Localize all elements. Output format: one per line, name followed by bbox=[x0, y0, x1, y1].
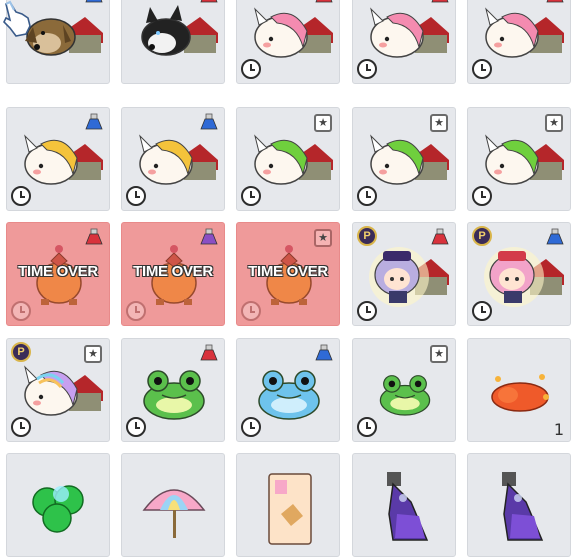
clock-icon bbox=[126, 301, 146, 321]
red-potion-icon bbox=[430, 0, 450, 5]
clock-icon bbox=[472, 186, 492, 206]
time-over-label: TIME OVER bbox=[133, 263, 213, 280]
red-potion-icon bbox=[199, 0, 219, 5]
purple-potion-bottle-item-icon bbox=[387, 472, 429, 541]
inventory-slot[interactable] bbox=[6, 107, 110, 211]
inventory-slot[interactable]: ★ bbox=[352, 107, 456, 211]
inventory-slot[interactable]: ★ bbox=[352, 338, 456, 442]
item-quantity: 1 bbox=[553, 420, 564, 439]
husky-dog-pet-icon bbox=[141, 5, 218, 56]
inventory-slot[interactable] bbox=[467, 0, 571, 84]
premium-badge-icon: P bbox=[357, 226, 377, 246]
star-icon: ★ bbox=[314, 114, 332, 132]
inventory-slot[interactable] bbox=[121, 0, 225, 84]
purple-potion-icon bbox=[199, 227, 219, 247]
star-icon: ★ bbox=[430, 114, 448, 132]
clock-icon bbox=[357, 59, 377, 79]
scroll-card-item-icon bbox=[268, 473, 312, 545]
inventory-slot[interactable]: P bbox=[467, 222, 571, 326]
clock-icon bbox=[11, 301, 31, 321]
inventory-slot[interactable] bbox=[467, 453, 571, 557]
clock-icon bbox=[126, 186, 146, 206]
inventory-slot[interactable]: ★ P bbox=[6, 338, 110, 442]
blue-potion-icon bbox=[84, 112, 104, 132]
star-icon: ★ bbox=[84, 345, 102, 363]
inventory-slot[interactable]: ★ TIME OVER bbox=[236, 222, 340, 326]
inventory-slot[interactable]: 1 bbox=[467, 338, 571, 442]
time-over-label: TIME OVER bbox=[18, 263, 98, 280]
blue-potion-icon bbox=[545, 227, 565, 247]
inventory-grid: ★ ★ ★ TIME OVER TIME OVER ★ TIME OVER P P ★ P ★ 1 bbox=[0, 0, 584, 557]
star-glyph: ★ bbox=[549, 116, 559, 129]
clock-icon bbox=[11, 186, 31, 206]
premium-badge-icon: P bbox=[472, 226, 492, 246]
inventory-slot[interactable]: TIME OVER bbox=[6, 222, 110, 326]
inventory-slot[interactable] bbox=[236, 338, 340, 442]
inventory-slot[interactable] bbox=[121, 107, 225, 211]
star-glyph: ★ bbox=[434, 347, 444, 360]
clock-icon bbox=[472, 301, 492, 321]
star-glyph: ★ bbox=[88, 347, 98, 360]
inventory-slot[interactable] bbox=[236, 0, 340, 84]
hand-cursor-icon bbox=[3, 0, 31, 37]
clock-icon bbox=[357, 301, 377, 321]
red-potion-icon bbox=[84, 227, 104, 247]
inventory-slot[interactable]: ★ bbox=[236, 107, 340, 211]
inventory-slot[interactable]: P bbox=[352, 222, 456, 326]
inventory-slot[interactable] bbox=[121, 453, 225, 557]
star-icon: ★ bbox=[545, 114, 563, 132]
inventory-slot[interactable] bbox=[352, 0, 456, 84]
clock-icon bbox=[357, 417, 377, 437]
inventory-slot[interactable] bbox=[121, 338, 225, 442]
clock-icon bbox=[241, 417, 261, 437]
clock-icon bbox=[241, 301, 261, 321]
star-glyph: ★ bbox=[318, 116, 328, 129]
green-clover-item-icon bbox=[32, 485, 84, 533]
inventory-slot[interactable] bbox=[236, 453, 340, 557]
clock-icon bbox=[11, 417, 31, 437]
star-glyph: ★ bbox=[434, 116, 444, 129]
blue-potion-icon bbox=[84, 0, 104, 5]
inventory-slot[interactable]: TIME OVER bbox=[121, 222, 225, 326]
clock-icon bbox=[126, 417, 146, 437]
red-potion-icon bbox=[545, 0, 565, 5]
star-icon: ★ bbox=[430, 345, 448, 363]
red-potion-icon bbox=[199, 343, 219, 363]
clock-icon bbox=[241, 186, 261, 206]
red-potion-icon bbox=[314, 0, 334, 5]
premium-badge-icon: P bbox=[11, 342, 31, 362]
inventory-slot[interactable] bbox=[6, 453, 110, 557]
clock-icon bbox=[472, 59, 492, 79]
clock-icon bbox=[357, 186, 377, 206]
blue-potion-icon bbox=[199, 112, 219, 132]
inventory-slot[interactable] bbox=[352, 453, 456, 557]
inventory-slot[interactable]: ★ bbox=[467, 107, 571, 211]
red-potion-icon bbox=[430, 227, 450, 247]
time-over-label: TIME OVER bbox=[248, 263, 328, 280]
blue-potion-icon bbox=[314, 343, 334, 363]
star-icon: ★ bbox=[314, 229, 332, 247]
star-glyph: ★ bbox=[318, 231, 328, 244]
clock-icon bbox=[241, 59, 261, 79]
purple-potion-bottle-item-icon bbox=[502, 472, 544, 541]
rainbow-umbrella-item-icon bbox=[142, 489, 206, 538]
